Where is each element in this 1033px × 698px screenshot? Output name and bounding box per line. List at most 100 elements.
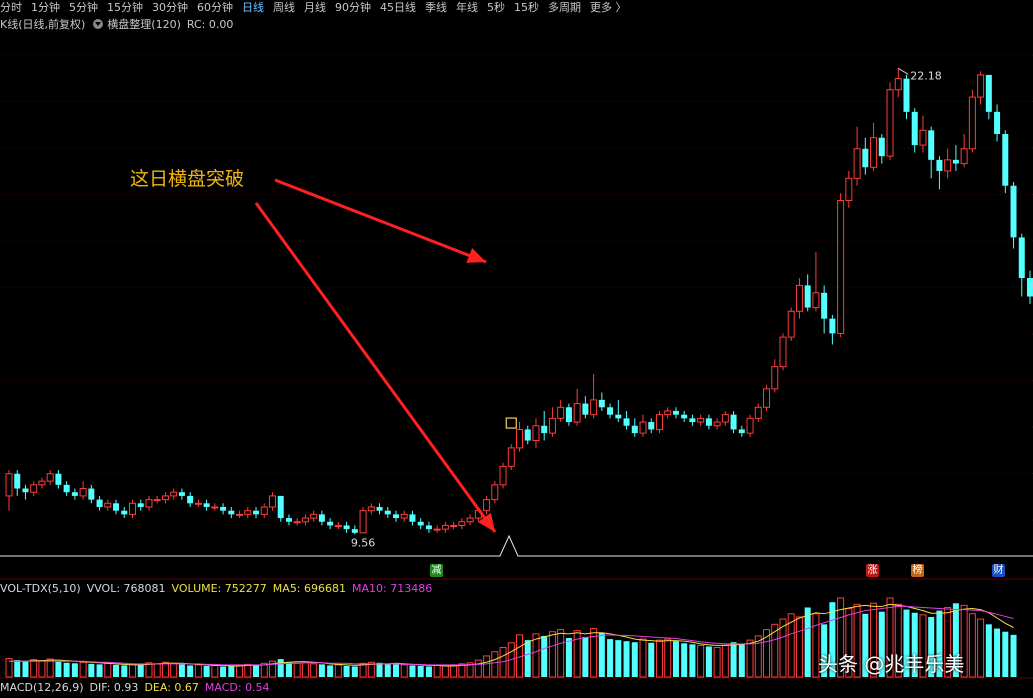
candle-body [384, 510, 391, 515]
candle-body [738, 429, 745, 434]
candle-body [46, 473, 54, 482]
candle-body [787, 310, 795, 338]
volume-bar [253, 664, 260, 677]
volume-bar [88, 663, 95, 677]
volume-bar [71, 663, 78, 677]
candle-body [804, 285, 811, 308]
volume-bar [689, 644, 696, 677]
event-badge-1[interactable]: 涨 [866, 564, 879, 577]
volume-bar [450, 664, 458, 678]
event-badge-0[interactable]: 减 [430, 564, 443, 577]
event-badge-3[interactable]: 财 [992, 564, 1005, 577]
candle-body [376, 506, 383, 511]
volume-bar [327, 665, 334, 677]
candle-body [985, 74, 992, 112]
candle-body [631, 425, 638, 434]
candle-body [607, 407, 614, 415]
candle-body [623, 418, 630, 426]
candle-body [425, 525, 432, 530]
breakout-candle-highlight [505, 417, 517, 429]
volume-bar [648, 642, 655, 677]
volume-bar [161, 661, 169, 678]
candle-body [870, 137, 878, 168]
candle-body [689, 418, 696, 423]
volume-bar [721, 644, 729, 678]
event-badge-2[interactable]: 榜 [911, 564, 924, 577]
candle-body [919, 129, 927, 146]
indicator-line [0, 534, 1033, 557]
candle-body [812, 292, 820, 309]
candle-body [178, 492, 185, 496]
volume-bar [631, 642, 638, 677]
candle-body [466, 517, 474, 523]
candle-body [417, 521, 424, 526]
volume-bar [220, 666, 227, 677]
volume-bar [79, 661, 87, 678]
candle-body [268, 495, 276, 508]
candle-body [795, 284, 803, 312]
candle-body [88, 488, 95, 500]
candle-body [491, 484, 499, 501]
volume-bar [285, 662, 292, 677]
watermark: 头条 @兆丰乐美 [818, 652, 965, 676]
candle-body [862, 148, 869, 168]
volume-bar [129, 663, 137, 678]
volume-bar [137, 664, 144, 677]
volume-bar [310, 663, 318, 678]
candle-body [79, 488, 87, 497]
volume-bar [121, 665, 128, 677]
candle-body [532, 425, 540, 442]
volume-bar [22, 661, 29, 677]
candle-body [433, 528, 441, 531]
volume-bar [63, 662, 70, 677]
volume-bar [548, 631, 556, 678]
volume-bar [400, 664, 408, 678]
candle-body [771, 366, 779, 390]
volume-bar [623, 641, 630, 677]
candle-body [960, 148, 968, 165]
volume-bar [46, 658, 54, 678]
candle-body [598, 399, 605, 408]
candle-body [392, 514, 399, 519]
candle-body [557, 406, 565, 419]
volume-bar [491, 651, 499, 678]
candle-body [845, 177, 853, 201]
volume-bar [187, 665, 194, 677]
volume-indicator-name[interactable]: VOL-TDX(5,10) [0, 582, 81, 595]
candle-body [359, 510, 367, 534]
candle-body [71, 492, 78, 496]
candle-body [565, 407, 572, 423]
volume-bar [425, 666, 432, 677]
volume-bar [113, 664, 120, 677]
candle-body [30, 484, 38, 493]
volume-bar [977, 618, 985, 678]
candle-body [548, 417, 556, 434]
candle-body [507, 447, 515, 467]
candle-body [104, 502, 112, 508]
volume-bar [697, 644, 705, 678]
candle-body [573, 403, 581, 423]
volume-bar [655, 639, 663, 678]
candle-body [14, 473, 21, 489]
candle-body [211, 506, 219, 509]
candle-body [5, 473, 13, 497]
volume-bar [334, 664, 342, 678]
candle-body [994, 111, 1001, 135]
candle-body [310, 513, 318, 519]
low-price-label: 9.56 [351, 536, 376, 549]
candle-body [113, 503, 120, 511]
volume-bar [194, 664, 202, 678]
candle-body [894, 78, 902, 91]
candle-body [220, 506, 227, 511]
volume-bar [483, 655, 491, 678]
volume-bar [376, 662, 383, 677]
volume-bar [96, 664, 103, 677]
candle-body [458, 521, 466, 526]
macd-indicator-name[interactable]: MACD(12,26,9) [0, 681, 84, 694]
ma5-value: MA5: 696681 [272, 581, 347, 595]
candle-body [55, 473, 62, 485]
high-price-label: 22.18 [910, 69, 942, 82]
volume-bar [968, 613, 976, 678]
candle-body [137, 503, 144, 507]
volume-bar [804, 607, 811, 677]
